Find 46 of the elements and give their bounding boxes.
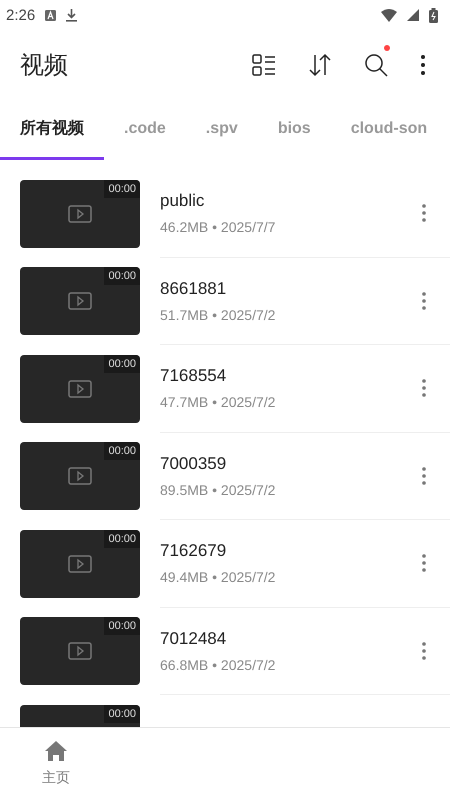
video-meta: 49.4MB • 2025/7/2 <box>160 569 276 586</box>
duration-label: 00:00 <box>104 704 140 723</box>
home-nav-tab[interactable]: 主页 <box>0 728 112 800</box>
video-name: 7162679 <box>160 541 228 562</box>
duration-label: 00:00 <box>104 267 140 286</box>
video-thumbnail[interactable]: 00:00 <box>20 180 140 248</box>
sort-icon[interactable] <box>308 53 332 77</box>
play-icon <box>68 292 92 310</box>
play-icon <box>68 204 92 223</box>
list-view-icon[interactable] <box>252 54 276 76</box>
status-time: 2:26 <box>6 6 36 24</box>
play-icon <box>68 554 92 573</box>
duration-label: 00:00 <box>104 180 140 198</box>
battery-icon <box>429 8 438 22</box>
video-name: 7012484 <box>160 628 228 649</box>
download-icon <box>66 8 78 22</box>
video-thumbnail[interactable]: 00:00 <box>20 530 140 598</box>
home-icon <box>45 741 67 761</box>
folder-tab[interactable]: 所有视频 <box>0 100 104 160</box>
duration-label: 00:00 <box>104 530 140 548</box>
video-name: 8661881 <box>160 278 228 299</box>
page-title: 视频 <box>20 51 68 81</box>
duration-label: 00:00 <box>104 442 140 460</box>
more-options-icon[interactable] <box>420 54 426 76</box>
video-thumbnail[interactable]: 00:00 <box>20 354 140 423</box>
wifi-icon <box>381 8 397 22</box>
play-icon <box>68 380 92 398</box>
video-thumbnail[interactable]: 00:00 <box>20 267 140 336</box>
video-meta: 47.7MB • 2025/7/2 <box>160 394 276 410</box>
duration-label: 00:00 <box>104 617 140 636</box>
video-name: public <box>160 191 206 212</box>
notification-icon <box>45 10 56 20</box>
video-thumbnail[interactable]: 00:00 <box>20 442 140 510</box>
video-meta: 46.2MB • 2025/7/7 <box>160 219 276 236</box>
video-thumbnail[interactable]: 00:00 <box>20 617 140 686</box>
play-icon <box>68 642 92 660</box>
play-icon <box>68 467 92 486</box>
duration-label: 00:00 <box>104 354 140 373</box>
signal-icon <box>407 9 419 21</box>
video-meta: 51.7MB • 2025/7/2 <box>160 306 276 323</box>
video-name: 7000359 <box>160 454 228 474</box>
video-meta: 66.8MB • 2025/7/2 <box>160 656 276 673</box>
search-icon[interactable] <box>364 53 388 77</box>
video-meta: 89.5MB • 2025/7/2 <box>160 482 276 498</box>
video-thumbnail[interactable]: 00:00 <box>20 704 140 727</box>
video-name: 7168554 <box>160 366 228 386</box>
